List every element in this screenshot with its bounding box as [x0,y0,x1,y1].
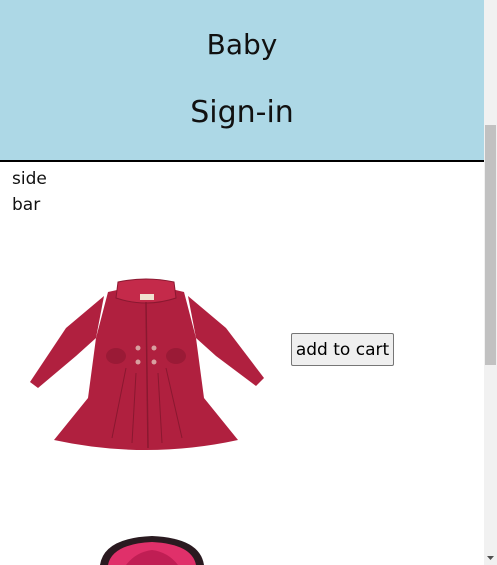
scroll-down-arrow-icon[interactable] [484,551,497,565]
sign-in-link[interactable]: Sign-in [0,95,484,130]
scrollbar-thumb[interactable] [485,125,496,365]
site-title: Baby [206,28,278,61]
page-viewport: Baby Sign-in side bar add to cart [0,0,484,565]
vertical-scrollbar[interactable] [484,0,497,565]
add-to-cart-button[interactable]: add to cart [291,333,394,366]
sidebar-label-line1: side [12,169,47,189]
red-baby-coat-image[interactable] [26,278,266,458]
sidebar-label-line2: bar [12,195,41,215]
sidebar: side bar [12,166,62,218]
pink-baby-hat-image[interactable] [96,534,208,565]
site-header: Baby Sign-in [0,0,484,162]
